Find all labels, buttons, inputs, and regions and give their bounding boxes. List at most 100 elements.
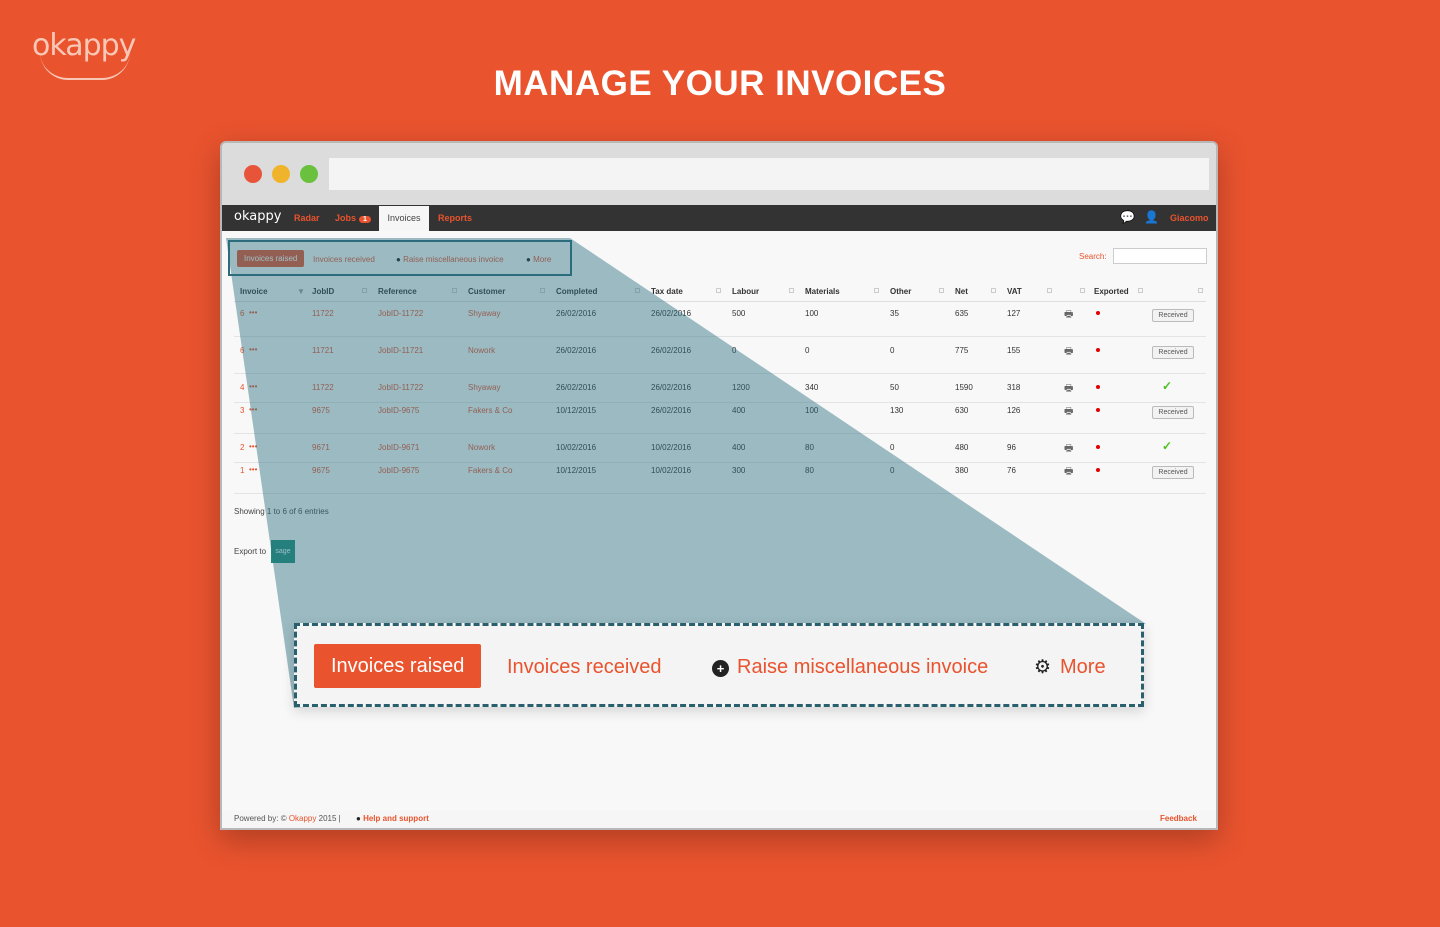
row-actions-icon[interactable]: •••	[249, 308, 257, 317]
col-exported[interactable]: Exported	[1094, 287, 1129, 296]
cell-jobid[interactable]: 9671	[312, 443, 330, 452]
sort-icon[interactable]	[1047, 288, 1052, 293]
export-label: Export to	[234, 547, 267, 556]
sort-icon[interactable]	[452, 288, 457, 293]
cell-reference[interactable]: JobID-9675	[378, 466, 419, 475]
nav-user-name[interactable]: Giacomo	[1170, 213, 1209, 223]
col-vat[interactable]: VAT	[1007, 287, 1022, 296]
sort-icon[interactable]	[874, 288, 879, 293]
feedback-link[interactable]: Feedback	[1160, 814, 1197, 823]
sort-icon[interactable]	[362, 288, 367, 293]
col-other[interactable]: Other	[890, 287, 911, 296]
invoice-number[interactable]: 6	[240, 309, 244, 318]
nav-reports[interactable]: Reports	[438, 213, 472, 223]
more-link[interactable]: ● More	[526, 255, 551, 264]
search-input[interactable]	[1113, 248, 1207, 264]
cell-reference[interactable]: JobID-11721	[378, 346, 423, 355]
zoom-more-link[interactable]: More	[1060, 656, 1106, 679]
invoice-number[interactable]: 2	[240, 443, 244, 452]
cell-reference[interactable]: JobID-9675	[378, 406, 419, 415]
cell-completed: 10/12/2015	[556, 466, 597, 475]
row-actions-icon[interactable]: •••	[249, 442, 257, 451]
col-labour[interactable]: Labour	[732, 287, 759, 296]
invoice-number[interactable]: 1	[240, 466, 244, 475]
cell-customer[interactable]: Shyaway	[468, 383, 500, 392]
received-button[interactable]: Received	[1152, 346, 1194, 359]
printer-icon[interactable]: 🖶	[1064, 464, 1073, 481]
cell-completed: 10/02/2016	[556, 443, 597, 452]
user-icon[interactable]: 👤	[1144, 210, 1159, 224]
nav-jobs[interactable]: Jobs 1	[335, 213, 371, 223]
col-materials[interactable]: Materials	[805, 287, 840, 296]
sort-icon[interactable]	[716, 288, 721, 293]
row-actions-icon[interactable]: •••	[249, 405, 257, 414]
cell-jobid[interactable]: 11722	[312, 383, 334, 392]
printer-icon[interactable]: 🖶	[1064, 441, 1073, 458]
row-actions-icon[interactable]: •••	[249, 465, 257, 474]
printer-icon[interactable]: 🖶	[1064, 404, 1073, 421]
cell-jobid[interactable]: 9675	[312, 466, 330, 475]
cell-taxdate: 26/02/2016	[651, 406, 692, 415]
sort-icon[interactable]	[789, 288, 794, 293]
col-completed[interactable]: Completed	[556, 287, 597, 296]
address-bar[interactable]	[329, 158, 1209, 190]
cell-reference[interactable]: JobID-11722	[378, 309, 423, 318]
close-window-button[interactable]	[244, 165, 262, 183]
printer-icon[interactable]: 🖶	[1064, 307, 1073, 324]
row-actions-icon[interactable]: •••	[249, 345, 257, 354]
received-button[interactable]: Received	[1152, 309, 1194, 322]
col-taxdate[interactable]: Tax date	[651, 287, 683, 296]
cell-customer[interactable]: Fakers & Co	[468, 406, 512, 415]
row-actions-icon[interactable]: •••	[249, 382, 257, 391]
export-sage-button[interactable]: sage	[271, 540, 295, 563]
printer-icon[interactable]: 🖶	[1064, 344, 1073, 361]
col-reference[interactable]: Reference	[378, 287, 417, 296]
cell-materials: 80	[805, 443, 814, 452]
footer-company-link[interactable]: Okappy	[289, 814, 317, 823]
minimize-window-button[interactable]	[272, 165, 290, 183]
nav-radar[interactable]: Radar	[294, 213, 320, 223]
invoice-number[interactable]: 6	[240, 346, 244, 355]
help-support-link[interactable]: ● Help and support	[356, 814, 429, 823]
sort-icon[interactable]	[991, 288, 996, 293]
received-button[interactable]: Received	[1152, 466, 1194, 479]
info-icon: ●	[356, 814, 361, 823]
cell-taxdate: 10/02/2016	[651, 443, 692, 452]
cell-reference[interactable]: JobID-11722	[378, 383, 423, 392]
sort-icon[interactable]	[1138, 288, 1143, 293]
gear-icon: ●	[526, 255, 531, 264]
nav-invoices[interactable]: Invoices	[379, 206, 429, 231]
cell-customer[interactable]: Nowork	[468, 346, 495, 355]
sort-icon[interactable]	[939, 288, 944, 293]
col-net[interactable]: Net	[955, 287, 968, 296]
invoice-number[interactable]: 3	[240, 406, 244, 415]
cell-jobid[interactable]: 11722	[312, 309, 334, 318]
cell-customer[interactable]: Nowork	[468, 443, 495, 452]
cell-labour: 1200	[732, 383, 750, 392]
tab-invoices-raised[interactable]: Invoices raised	[237, 250, 305, 267]
nav-logo[interactable]: okappy	[234, 209, 281, 224]
cell-jobid[interactable]: 11721	[312, 346, 334, 355]
col-jobid[interactable]: JobID	[312, 287, 334, 296]
cell-jobid[interactable]: 9675	[312, 406, 330, 415]
maximize-window-button[interactable]	[300, 165, 318, 183]
zoom-raise-misc-link[interactable]: Raise miscellaneous invoice	[737, 656, 988, 679]
sort-icon[interactable]	[540, 288, 545, 293]
cell-customer[interactable]: Shyaway	[468, 309, 500, 318]
chat-icon[interactable]: 💬	[1120, 210, 1135, 224]
sort-desc-icon[interactable]: ▼	[297, 287, 305, 296]
received-button[interactable]: Received	[1152, 406, 1194, 419]
col-customer[interactable]: Customer	[468, 287, 505, 296]
sort-icon[interactable]	[635, 288, 640, 293]
zoom-tab-invoices-raised[interactable]: Invoices raised	[314, 644, 482, 688]
cell-reference[interactable]: JobID-9671	[378, 443, 419, 452]
invoice-number[interactable]: 4	[240, 383, 244, 392]
cell-customer[interactable]: Fakers & Co	[468, 466, 512, 475]
sort-icon[interactable]	[1198, 288, 1203, 293]
printer-icon[interactable]: 🖶	[1064, 381, 1073, 398]
tab-invoices-received[interactable]: Invoices received	[313, 255, 375, 264]
zoom-tab-invoices-received[interactable]: Invoices received	[507, 656, 662, 679]
col-invoice[interactable]: Invoice	[240, 287, 268, 296]
raise-misc-invoice-link[interactable]: ● Raise miscellaneous invoice	[396, 255, 504, 264]
sort-icon[interactable]	[1080, 288, 1085, 293]
